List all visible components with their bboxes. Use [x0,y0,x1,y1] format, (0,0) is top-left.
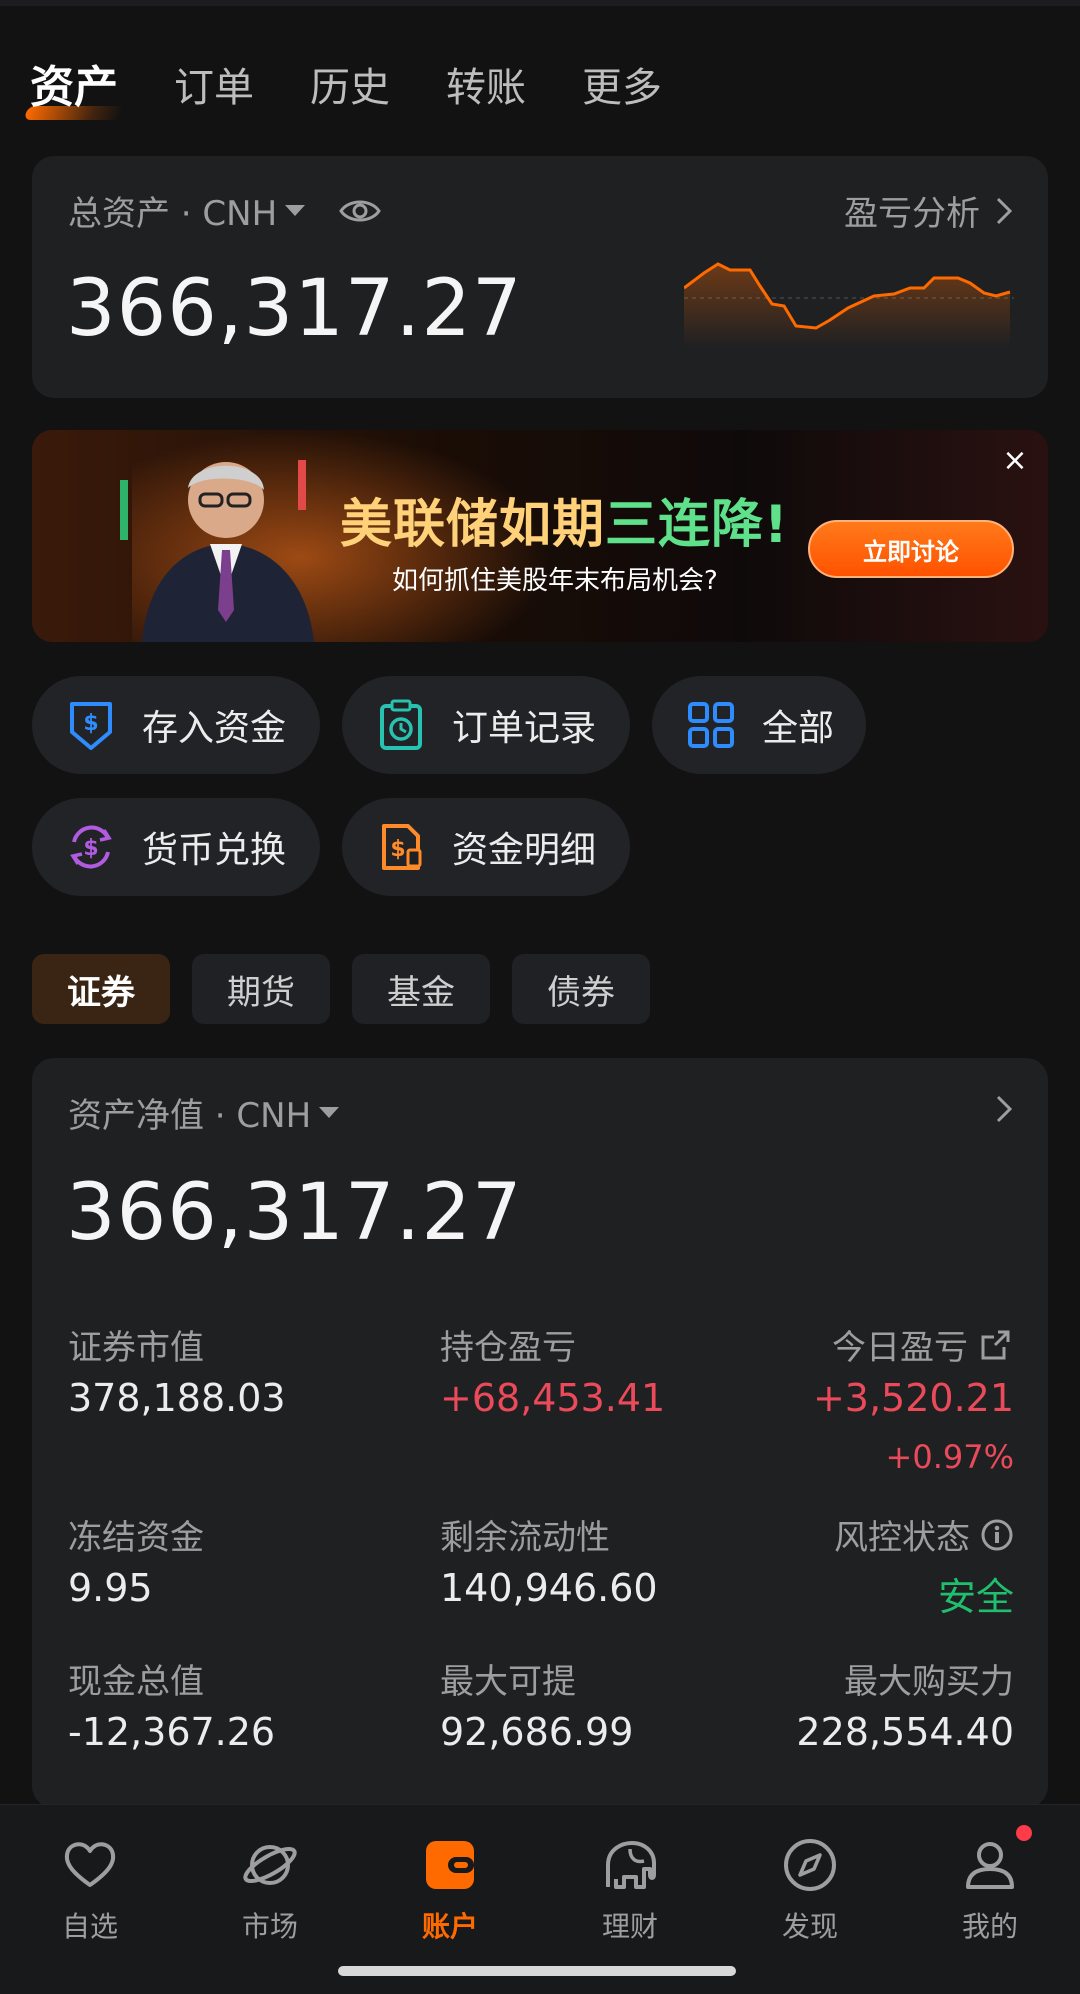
eye-icon[interactable] [339,197,381,225]
share-icon[interactable] [978,1327,1014,1363]
caret-down-icon[interactable] [319,1107,340,1118]
net-assets-value: 366,317.27 [66,1168,523,1258]
segment-futures[interactable]: 期货 [192,954,330,1024]
all-functions-label: 全部 [762,708,835,749]
segment-bonds[interactable]: 债券 [512,954,650,1024]
elephant-icon [606,1841,656,1889]
frozen-funds-value: 9.95 [68,1566,153,1610]
info-icon[interactable] [980,1518,1014,1552]
compass-icon [784,1839,836,1891]
nav-watchlist[interactable]: 自选 [30,1835,150,1945]
segment-funds[interactable]: 基金 [352,954,490,1024]
chevron-right-icon[interactable] [994,1094,1014,1124]
max-withdrawable-value: 92,686.99 [440,1710,634,1754]
market-value-label: 证券市值 [68,1328,204,1368]
pl-sparkline[interactable] [684,248,1014,348]
today-pl-percent: +0.97% [885,1438,1014,1476]
nav-wealth[interactable]: 理财 [570,1835,690,1945]
nav-profile[interactable]: 我的 [930,1835,1050,1945]
fund-details-label: 资金明细 [452,830,597,871]
deposit-button[interactable]: $ 存入资金 [32,676,320,774]
fund-details-button[interactable]: $ 资金明细 [342,798,630,896]
tab-transfer[interactable]: 转账 [446,60,526,116]
remaining-liquidity-value: 140,946.60 [440,1566,658,1610]
wallet-icon [426,1841,474,1889]
all-functions-button[interactable]: 全部 [652,676,866,774]
position-pl-value: +68,453.41 [440,1376,666,1420]
segment-securities[interactable]: 证券 [32,954,170,1024]
frozen-funds-label: 冻结资金 [68,1518,204,1558]
nav-market-label: 市场 [241,1910,298,1943]
tab-history[interactable]: 历史 [310,60,390,116]
notification-dot [1016,1825,1032,1841]
user-icon [966,1842,1014,1889]
risk-status-value: 安全 [937,1575,1014,1619]
close-icon[interactable]: × [1000,446,1030,476]
total-assets-label: 总资产 · CNH [68,194,278,234]
promo-banner[interactable]: 美联储如期三连降! 如何抓住美股年末布局机会? 立即讨论 × [32,430,1048,642]
caret-down-icon[interactable] [285,205,306,216]
deposit-icon: $ [70,702,112,750]
deposit-label: 存入资金 [142,708,287,749]
nav-account[interactable]: 账户 [390,1835,510,1945]
fund-detail-icon: $ [382,824,422,870]
order-records-label: 订单记录 [452,708,597,749]
net-assets-label-group[interactable]: 资产净值 · CNH [68,1088,340,1137]
currency-exchange-label: 货币兑换 [142,830,287,871]
max-buying-power-value: 228,554.40 [796,1710,1014,1754]
heart-icon [64,1842,116,1887]
nav-market[interactable]: 市场 [210,1835,330,1945]
nav-watchlist-label: 自选 [61,1910,118,1943]
risk-status-label: 风控状态 [834,1518,970,1558]
remaining-liquidity-label: 剩余流动性 [440,1518,610,1558]
chevron-right-icon [996,197,1013,224]
position-pl-label: 持仓盈亏 [440,1328,576,1368]
banner-title-highlight: 三连降! [605,495,789,555]
banner-title-main: 美联储如期 [340,495,606,555]
net-assets-card[interactable]: 资产净值 · CNH 366,317.27 证券市值 378,188.03 持仓… [32,1058,1048,1808]
svg-text:$: $ [83,711,98,736]
svg-text:$: $ [83,836,98,861]
max-withdrawable-label: 最大可提 [440,1662,576,1702]
today-pl-label: 今日盈亏 [832,1328,968,1368]
total-assets-card[interactable]: 总资产 · CNH 盈亏分析 366,317.27 [32,156,1048,398]
discuss-now-button[interactable]: 立即讨论 [808,520,1014,578]
nav-discover[interactable]: 发现 [750,1835,870,1945]
currency-exchange-icon: $ [70,825,112,869]
total-assets-value: 366,317.27 [66,264,523,354]
total-assets-label-group[interactable]: 总资产 · CNH [68,186,381,235]
top-tabs: 资产 订单 历史 转账 更多 [30,60,718,116]
speaker-illustration [120,460,314,642]
clipboard-clock-icon [380,699,422,750]
planet-icon [243,1845,297,1885]
max-buying-power-label: 最大购买力 [844,1662,1014,1702]
tab-more[interactable]: 更多 [582,60,662,116]
nav-profile-label: 我的 [961,1910,1018,1943]
net-assets-label: 资产净值 · CNH [68,1096,312,1136]
tab-assets[interactable]: 资产 [30,60,118,116]
order-records-button[interactable]: 订单记录 [342,676,630,774]
banner-title: 美联储如期三连降! [340,482,789,557]
nav-account-label: 账户 [421,1910,478,1943]
grid-icon [688,702,734,748]
svg-text:$: $ [390,837,405,862]
risk-status-label-group[interactable]: 风控状态 [834,1510,1014,1559]
pl-analysis-link[interactable]: 盈亏分析 [844,186,1014,235]
nav-wealth-label: 理财 [601,1910,658,1943]
banner-subtitle: 如何抓住美股年末布局机会? [392,566,718,596]
today-pl-label-group[interactable]: 今日盈亏 [832,1320,1014,1369]
pl-analysis-label: 盈亏分析 [844,194,980,234]
home-indicator[interactable] [338,1966,736,1976]
status-strip [0,0,1080,6]
cash-total-label: 现金总值 [68,1662,204,1702]
market-value: 378,188.03 [68,1376,286,1420]
currency-exchange-button[interactable]: $ 货币兑换 [32,798,320,896]
today-pl-value: +3,520.21 [812,1376,1014,1420]
tab-orders[interactable]: 订单 [174,60,254,116]
cash-total-value: -12,367.26 [68,1710,276,1754]
nav-discover-label: 发现 [781,1910,838,1943]
